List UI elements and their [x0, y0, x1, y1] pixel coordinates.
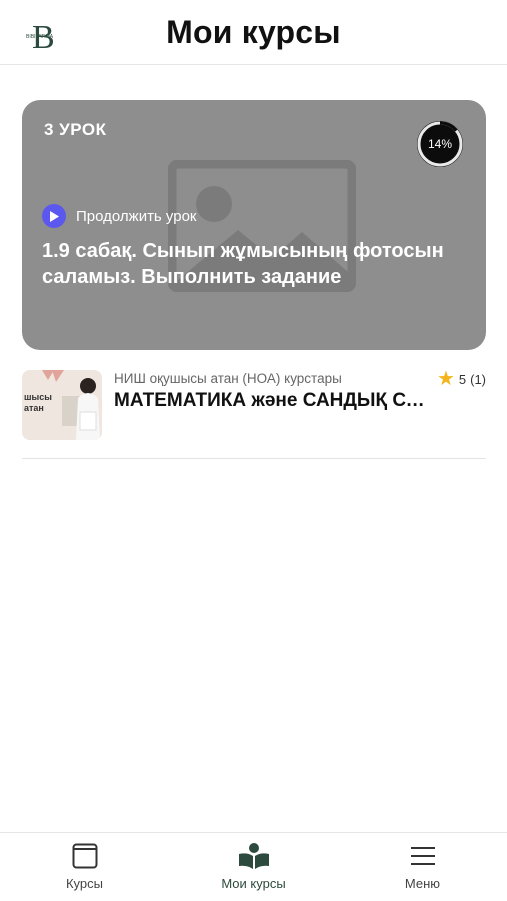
lesson-number: 3 УРОК	[44, 120, 107, 139]
course-rating: ★ 5 (1)	[436, 368, 486, 390]
rating-value: 5	[458, 371, 467, 387]
course-thumbnail: шысы атан	[22, 370, 102, 440]
lesson-title: 1.9 сабақ. Сынып жұмысының фотосын салам…	[42, 240, 444, 288]
my-courses-icon	[238, 843, 269, 869]
tab-label: Мои курсы	[221, 876, 286, 891]
tab-menu[interactable]: Меню	[338, 833, 507, 901]
tab-label: Курсы	[65, 876, 103, 891]
course-author: НИШ оқушысы атан (НОА) курстары	[114, 371, 342, 386]
courses-icon	[72, 843, 97, 869]
tab-courses[interactable]: Курсы	[0, 833, 169, 901]
tab-my-courses[interactable]: Мои курсы	[169, 833, 338, 901]
bottom-tab-bar: Курсы Мои курсы Меню	[0, 832, 507, 901]
course-list-item[interactable]: шысы атан НИШ оқушысы атан (НОА) курстар…	[22, 368, 486, 459]
thumbnail-caption: шысы атан	[24, 392, 52, 413]
progress-ring: 14%	[416, 120, 464, 168]
play-icon	[42, 204, 66, 228]
page-title: Мои курсы	[166, 14, 341, 50]
star-icon: ★	[436, 368, 455, 390]
continue-lesson-button[interactable]: Продолжить урок	[42, 204, 197, 228]
tab-label: Меню	[404, 876, 441, 891]
progress-percent: 14%	[427, 137, 453, 151]
app-header: B BIBIFATIMA Мои курсы	[0, 0, 507, 65]
rating-count: (1)	[470, 371, 486, 387]
continue-label: Продолжить урок	[76, 207, 197, 225]
continue-lesson-card[interactable]: 3 УРОК 14% Продолжить урок 1.9 сабақ. Сы…	[22, 100, 486, 350]
menu-icon	[410, 847, 435, 865]
course-title: МАТЕМАТИКА және САНДЫҚ САУАТТЫЛЫҚ	[114, 390, 432, 411]
